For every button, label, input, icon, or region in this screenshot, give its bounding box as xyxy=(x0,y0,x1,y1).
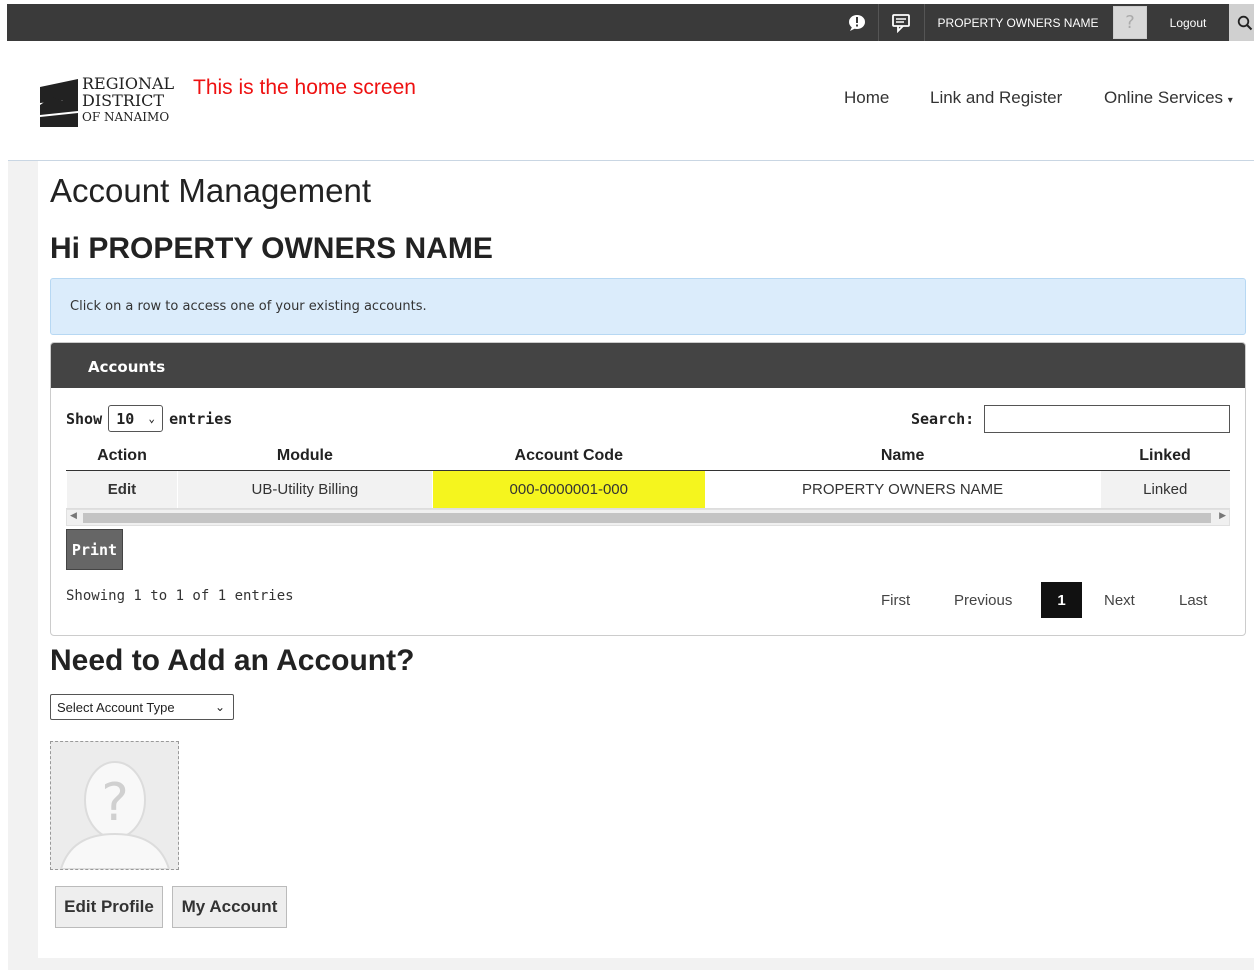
col-action[interactable]: Action xyxy=(66,442,178,471)
pager-next[interactable]: Next xyxy=(1104,582,1135,618)
search-input[interactable] xyxy=(984,405,1230,433)
page-length-select[interactable]: 10 ⌄ xyxy=(108,405,164,432)
edit-profile-button[interactable]: Edit Profile xyxy=(55,886,163,928)
account-type-value: Select Account Type xyxy=(57,699,175,715)
nav-link-and-register[interactable]: Link and Register xyxy=(930,88,1062,108)
site-logo[interactable]: REGIONAL DISTRICT OF NANAIMO xyxy=(38,74,175,131)
accounts-table: Action Module Account Code Name Linked E… xyxy=(66,442,1230,509)
info-text: Click on a row to access one of your exi… xyxy=(70,299,427,314)
col-name[interactable]: Name xyxy=(705,442,1101,471)
chat-icon[interactable] xyxy=(879,4,923,41)
edit-link[interactable]: Edit xyxy=(66,470,178,509)
left-gutter xyxy=(8,161,38,961)
logo-line-1: REGIONAL xyxy=(82,74,175,93)
scroll-left-icon[interactable]: ◀ xyxy=(70,511,77,521)
cell-account-code: 000-0000001-000 xyxy=(431,470,706,509)
cell-linked: Linked xyxy=(1099,470,1230,509)
page-title: Account Management xyxy=(50,172,372,209)
col-module[interactable]: Module xyxy=(177,442,433,471)
user-name-link[interactable]: PROPERTY OWNERS NAME xyxy=(925,4,1111,41)
logout-link[interactable]: Logout xyxy=(1149,4,1227,41)
col-linked[interactable]: Linked xyxy=(1100,442,1230,471)
chevron-down-icon: ⌄ xyxy=(214,700,225,714)
logout-label: Logout xyxy=(1169,15,1207,30)
my-account-button[interactable]: My Account xyxy=(172,886,287,928)
logo-line-2: DISTRICT xyxy=(82,91,165,110)
chevron-down-icon: ⌄ xyxy=(148,412,156,425)
alert-icon[interactable] xyxy=(837,4,877,41)
table-header-row: Action Module Account Code Name Linked xyxy=(66,442,1230,471)
pager-last[interactable]: Last xyxy=(1179,582,1207,618)
header-divider xyxy=(8,160,1254,161)
entries-label: entries xyxy=(169,409,233,428)
panel-title: Accounts xyxy=(51,343,1245,388)
account-type-select[interactable]: Select Account Type ⌄ xyxy=(50,694,234,720)
page-length-value: 10 xyxy=(116,409,135,428)
scroll-right-icon[interactable]: ▶ xyxy=(1219,511,1226,521)
pager-previous[interactable]: Previous xyxy=(954,582,1012,618)
user-name: PROPERTY OWNERS NAME xyxy=(937,15,1099,30)
pager-first[interactable]: First xyxy=(881,582,910,618)
cell-module: UB-Utility Billing xyxy=(176,470,433,509)
scrollbar-thumb[interactable] xyxy=(83,513,1211,523)
logo-line-3: OF NANAIMO xyxy=(82,110,170,124)
table-info: Showing 1 to 1 of 1 entries xyxy=(66,588,294,604)
search-label: Search: xyxy=(911,410,975,428)
page-length-control: Show 10 ⌄ entries xyxy=(66,405,232,432)
table-row[interactable]: Edit UB-Utility Billing 000-0000001-000 … xyxy=(66,470,1230,509)
caret-down-icon: ▾ xyxy=(1227,95,1233,106)
cell-name: PROPERTY OWNERS NAME xyxy=(704,470,1101,509)
accounts-panel: Accounts Show 10 ⌄ entries Search: Actio… xyxy=(50,342,1246,636)
svg-text:?: ? xyxy=(101,773,129,833)
nav-home[interactable]: Home xyxy=(844,88,889,108)
info-alert: Click on a row to access one of your exi… xyxy=(50,278,1246,335)
profile-avatar: ? xyxy=(50,741,179,870)
search-icon[interactable] xyxy=(1229,4,1254,41)
add-account-title: Need to Add an Account? xyxy=(50,644,415,677)
annotation-text: This is the home screen xyxy=(193,76,416,99)
show-label: Show xyxy=(66,409,103,428)
top-bar: PROPERTY OWNERS NAME ? Logout xyxy=(7,4,1254,41)
col-account-code[interactable]: Account Code xyxy=(432,442,706,471)
print-button[interactable]: Print xyxy=(66,529,123,570)
nav-online-services-label: Online Services xyxy=(1104,88,1224,107)
footer-band xyxy=(8,958,1254,970)
silhouette-icon: ? xyxy=(51,742,178,869)
nav-online-services[interactable]: Online Services ▾ xyxy=(1104,88,1233,108)
horizontal-scrollbar[interactable]: ◀ ▶ xyxy=(66,509,1230,526)
pager-current[interactable]: 1 xyxy=(1041,582,1082,618)
greeting: Hi PROPERTY OWNERS NAME xyxy=(50,232,493,265)
avatar-icon[interactable]: ? xyxy=(1113,6,1147,39)
